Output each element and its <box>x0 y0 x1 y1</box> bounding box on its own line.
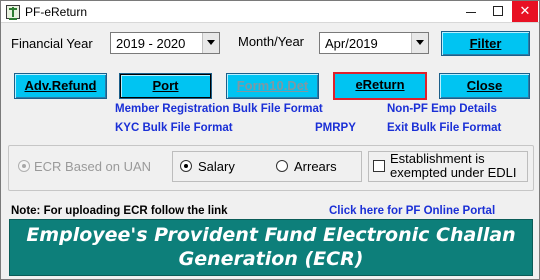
window-title: PF-eReturn <box>25 5 88 19</box>
edli-exempt-checkbox[interactable] <box>373 160 385 172</box>
ecr-uan-radio[interactable] <box>18 160 30 172</box>
month-year-value: Apr/2019 <box>325 36 378 51</box>
arrears-label: Arrears <box>294 159 337 174</box>
chevron-down-icon[interactable] <box>411 33 428 53</box>
filter-button[interactable]: Filter <box>441 31 530 56</box>
financial-year-label: Financial Year <box>11 36 93 51</box>
ecr-uan-label: ECR Based on UAN <box>34 159 152 174</box>
arrears-radio[interactable] <box>276 160 288 172</box>
financial-year-value: 2019 - 2020 <box>116 36 186 51</box>
window-close-button[interactable]: ✕ <box>512 1 538 22</box>
maximize-button[interactable] <box>485 1 511 22</box>
ecr-title-banner: Employee's Provident Fund Electronic Cha… <box>9 219 533 276</box>
spreadsheet-app-icon <box>6 5 20 20</box>
port-button[interactable]: Port <box>119 73 212 99</box>
ereturn-button[interactable]: eReturn <box>333 72 427 100</box>
minimize-button[interactable] <box>458 1 484 22</box>
exit-bulk-file-link[interactable]: Exit Bulk File Format <box>387 122 501 134</box>
maximize-icon <box>493 6 503 16</box>
adv-refund-button[interactable]: Adv.Refund <box>14 73 107 99</box>
edli-exempt-label-line2: exempted under EDLI <box>390 165 517 180</box>
month-year-select[interactable]: Apr/2019 <box>319 32 429 54</box>
month-year-label: Month/Year <box>238 34 305 49</box>
minimize-icon <box>466 12 476 13</box>
edli-exempt-label-line1: Establishment is <box>390 151 485 166</box>
salary-label: Salary <box>198 159 235 174</box>
pmrpy-link[interactable]: PMRPY <box>315 122 356 134</box>
salary-radio[interactable] <box>180 160 192 172</box>
pf-ereturn-window: PF-eReturn ✕ Financial Year 2019 - 2020 … <box>0 0 540 280</box>
banner-line-2: Generation (ECR) <box>178 248 364 270</box>
title-bar[interactable]: PF-eReturn ✕ <box>1 1 539 23</box>
pf-online-portal-link[interactable]: Click here for PF Online Portal <box>329 205 495 217</box>
banner-line-1: Employee's Provident Fund Electronic Cha… <box>26 224 516 246</box>
non-pf-emp-details-link[interactable]: Non-PF Emp Details <box>387 103 497 115</box>
financial-year-select[interactable]: 2019 - 2020 <box>110 32 220 54</box>
kyc-bulk-file-link[interactable]: KYC Bulk File Format <box>115 122 233 134</box>
close-button[interactable]: Close <box>439 73 530 99</box>
chevron-down-icon[interactable] <box>202 33 219 53</box>
form10-det-button[interactable]: Form10.Det <box>226 73 319 99</box>
close-icon: ✕ <box>519 3 531 18</box>
member-registration-bulk-link[interactable]: Member Registration Bulk File Format <box>115 103 323 115</box>
ecr-upload-note: Note: For uploading ECR follow the link <box>11 205 228 217</box>
